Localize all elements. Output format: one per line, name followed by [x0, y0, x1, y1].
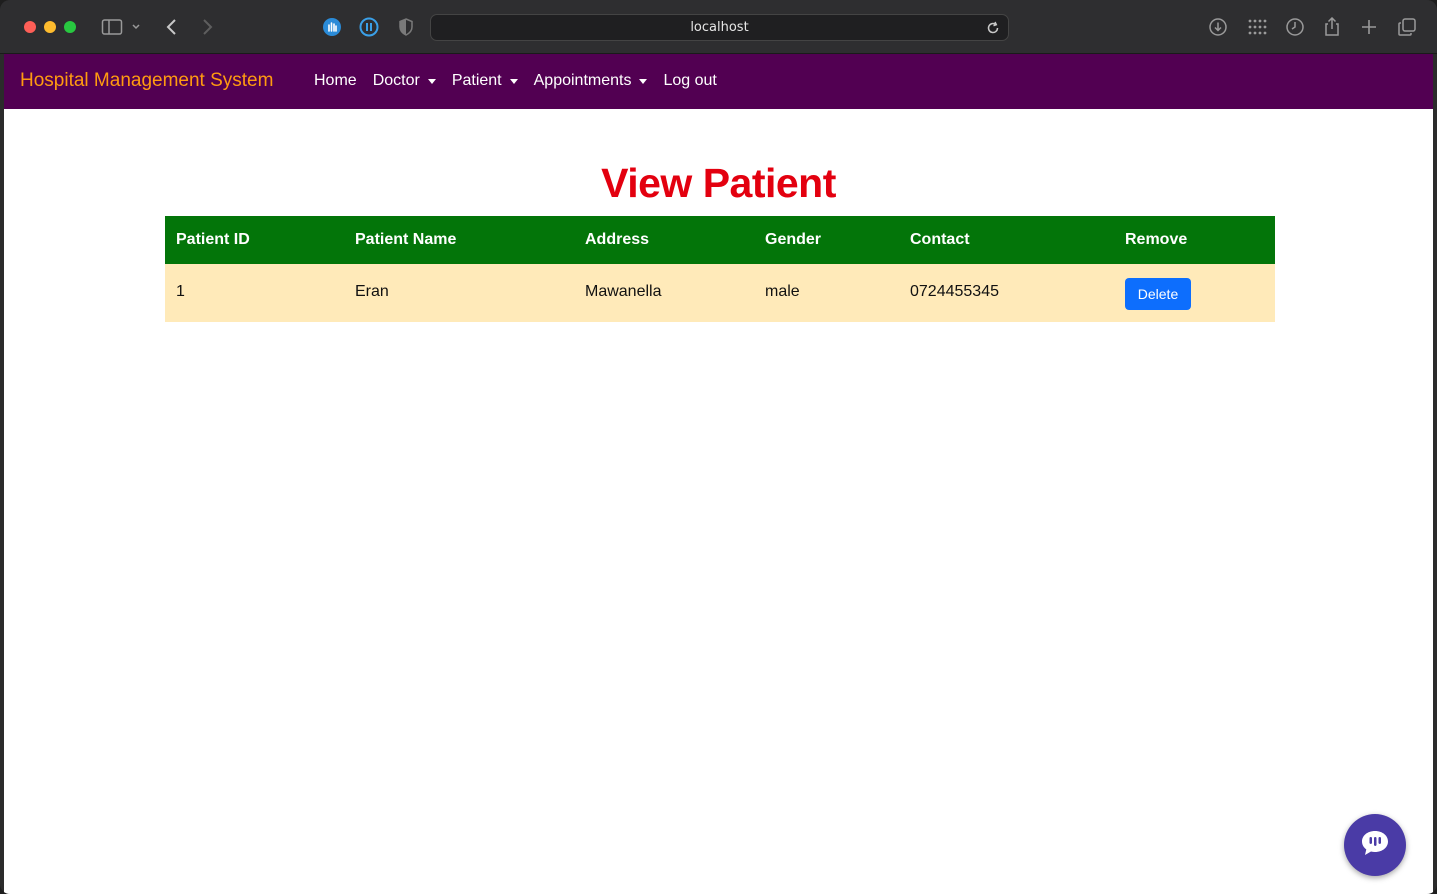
close-window-button[interactable]	[24, 21, 36, 33]
nav-appointments-dropdown[interactable]: Appointments	[526, 72, 656, 90]
column-header: Patient ID	[176, 231, 250, 248]
delete-button[interactable]: Delete	[1125, 278, 1191, 310]
history-icon[interactable]	[1283, 15, 1307, 39]
zoom-window-button[interactable]	[64, 21, 76, 33]
back-icon[interactable]	[160, 15, 184, 39]
forward-icon[interactable]	[195, 15, 219, 39]
grid-icon[interactable]	[1245, 15, 1269, 39]
share-icon[interactable]	[1320, 15, 1344, 39]
nav-doctor-dropdown[interactable]: Doctor	[365, 72, 444, 90]
table-header-row: Patient ID Patient Name Address Gender C…	[165, 216, 1275, 264]
nav-appointments-label: Appointments	[533, 72, 632, 89]
nav-menu: Home Doctor Patient Appointments Log out	[306, 72, 725, 90]
sidebar-icon[interactable]	[100, 15, 124, 39]
cell-address: Mawanella	[585, 283, 662, 300]
table-row: 1 Eran Mawanella male 0724455345 Delete	[165, 264, 1275, 322]
patients-table: Patient ID Patient Name Address Gender C…	[165, 216, 1275, 322]
column-header: Contact	[910, 231, 970, 248]
chat-button[interactable]	[1344, 814, 1406, 876]
column-header: Patient Name	[355, 231, 457, 248]
download-icon[interactable]	[1206, 15, 1230, 39]
nav-home[interactable]: Home	[306, 72, 365, 90]
cell-remove: Delete	[1114, 264, 1275, 322]
browser-window: localhost Hospital Management System Hom…	[0, 0, 1437, 894]
url-text: localhost	[690, 20, 749, 35]
nav-patient-label: Patient	[451, 72, 502, 89]
caret-down-icon	[639, 78, 648, 84]
caret-down-icon	[427, 78, 436, 84]
page-title: View Patient	[601, 160, 836, 206]
chat-icon	[1360, 829, 1390, 862]
cell-contact: 0724455345	[910, 283, 999, 300]
caret-down-icon	[509, 78, 518, 84]
cell-patient-name: Eran	[355, 283, 389, 300]
navbar: Hospital Management System Home Doctor P…	[4, 54, 1433, 109]
chevron-down-icon[interactable]	[128, 15, 144, 39]
nav-home-label: Home	[314, 72, 357, 89]
nav-patient-dropdown[interactable]: Patient	[444, 72, 526, 90]
browser-toolbar: localhost	[0, 0, 1437, 54]
new-tab-icon[interactable]	[1357, 15, 1381, 39]
reload-icon[interactable]	[982, 17, 1004, 39]
minimize-window-button[interactable]	[44, 21, 56, 33]
brand-link[interactable]: Hospital Management System	[20, 70, 273, 92]
shield-icon[interactable]	[394, 15, 418, 39]
cell-patient-id: 1	[176, 283, 185, 300]
address-bar[interactable]: localhost	[430, 14, 1009, 41]
extension-pause-icon[interactable]	[357, 15, 381, 39]
nav-doctor-label: Doctor	[372, 72, 420, 89]
column-header: Remove	[1125, 231, 1188, 248]
column-header: Address	[585, 231, 650, 248]
cell-gender: male	[765, 283, 800, 300]
page-viewport: Hospital Management System Home Doctor P…	[4, 54, 1433, 894]
nav-logout[interactable]: Log out	[655, 72, 724, 90]
nav-logout-label: Log out	[663, 72, 717, 89]
tabs-overview-icon[interactable]	[1395, 15, 1419, 39]
column-header: Gender	[765, 231, 822, 248]
extension-hand-icon[interactable]	[320, 15, 344, 39]
